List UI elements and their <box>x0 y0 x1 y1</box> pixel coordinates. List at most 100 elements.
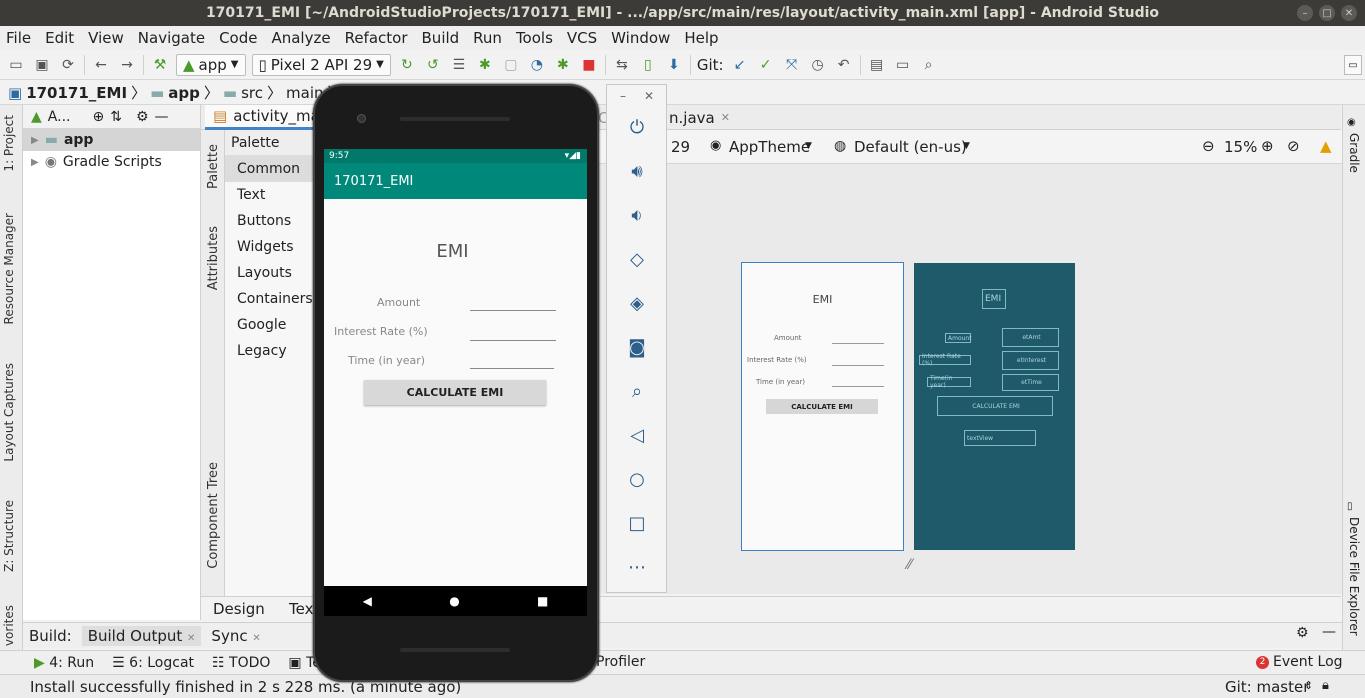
tab-structure[interactable]: Z: Structure <box>2 500 16 572</box>
tab-sync[interactable]: Sync ✕ <box>211 627 260 645</box>
zoom-in-icon[interactable]: ⊕ <box>1261 137 1274 155</box>
palette-item-buttons[interactable]: Buttons <box>225 208 315 234</box>
palette-item-containers[interactable]: Containers <box>225 286 315 312</box>
tab-project[interactable]: 1: Project <box>2 115 16 172</box>
menu-window[interactable]: Window <box>611 29 670 47</box>
menu-file[interactable]: File <box>6 29 31 47</box>
coverage-icon[interactable]: ☰ <box>449 55 469 75</box>
tab-favorites[interactable]: vorites <box>2 605 16 646</box>
tab-build-output[interactable]: Build Output ✕ <box>81 625 202 646</box>
terminal-icon[interactable]: ▭ <box>893 55 913 75</box>
theme-select[interactable]: AppTheme <box>729 138 810 156</box>
sync-icon[interactable]: ⟳ <box>58 55 78 75</box>
warning-icon[interactable]: ▲ <box>1320 137 1332 155</box>
breadcrumb-src[interactable]: src <box>241 84 263 102</box>
git-push-icon[interactable]: ⤧ <box>782 55 802 75</box>
menu-view[interactable]: View <box>88 29 124 47</box>
menu-build[interactable]: Build <box>422 29 460 47</box>
tab-attributes[interactable]: Attributes <box>206 226 221 290</box>
close-icon[interactable]: ✕ <box>721 111 730 124</box>
locale-select[interactable]: Default (en-us) <box>854 138 967 156</box>
tab-device-file-explorer[interactable]: Device File Explorer <box>1347 517 1361 636</box>
history-icon[interactable]: ◷ <box>808 55 828 75</box>
open-folder-icon[interactable]: ▭ <box>6 55 26 75</box>
crosshair-icon[interactable]: ⊕ <box>92 109 104 125</box>
palette-item-widgets[interactable]: Widgets <box>225 234 315 260</box>
interest-input[interactable] <box>470 340 556 341</box>
emulator-screen[interactable]: EMI Amount Interest Rate (%) Time (in ye… <box>324 149 587 586</box>
forward-icon[interactable]: → <box>117 55 137 75</box>
project-structure-icon[interactable]: ▤ <box>867 55 887 75</box>
zoom-out-icon[interactable]: ⊖ <box>1202 137 1215 155</box>
breadcrumb-project[interactable]: 170171_EMI <box>26 84 127 102</box>
rollback-icon[interactable]: ↶ <box>834 55 854 75</box>
menu-analyze[interactable]: Analyze <box>271 29 330 47</box>
menu-vcs[interactable]: VCS <box>567 29 597 47</box>
time-input[interactable] <box>470 368 554 369</box>
git-commit-icon[interactable]: ✓ <box>756 55 776 75</box>
attach-debugger-icon[interactable]: ▢ <box>501 55 521 75</box>
close-icon[interactable]: ✕ <box>252 633 260 644</box>
volume-down-icon[interactable]: 🔉︎ <box>623 201 651 229</box>
tab-layout-captures[interactable]: Layout Captures <box>2 363 16 462</box>
apply-code-changes-icon[interactable]: ↺ <box>423 55 443 75</box>
overview-square-icon[interactable]: □ <box>623 509 651 537</box>
power-icon[interactable]: ⏻ <box>623 113 651 141</box>
gear-icon[interactable]: ⚙ <box>136 109 149 125</box>
menu-refactor[interactable]: Refactor <box>345 29 408 47</box>
close-icon[interactable]: ✕ <box>1341 5 1357 21</box>
calculate-emi-button[interactable]: CALCULATE EMI <box>364 380 546 405</box>
palette-item-legacy[interactable]: Legacy <box>225 338 315 364</box>
avd-manager-icon[interactable]: ▯ <box>638 55 658 75</box>
save-icon[interactable]: ▣ <box>32 55 52 75</box>
rotate-right-icon[interactable]: ◈ <box>623 289 651 317</box>
blueprint-preview[interactable]: EMI Amount Interest Rate (%) Time(in yea… <box>914 263 1075 550</box>
palette-item-layouts[interactable]: Layouts <box>225 260 315 286</box>
stop-icon[interactable]: ■ <box>579 55 599 75</box>
collapse-icon[interactable]: ⇅ <box>110 109 122 125</box>
close-icon[interactable]: ✕ <box>644 89 654 103</box>
device-select[interactable]: ▯ Pixel 2 API 29 ▼ <box>251 53 391 76</box>
back-icon[interactable]: ← <box>91 55 111 75</box>
run-config-select[interactable]: ▲ app ▼ <box>176 53 246 76</box>
zoom-icon[interactable]: ⌕ <box>623 377 651 405</box>
home-icon[interactable]: ● <box>449 594 459 608</box>
close-icon[interactable]: ✕ <box>187 633 195 644</box>
recents-icon[interactable]: ■ <box>537 594 548 608</box>
palette-item-google[interactable]: Google <box>225 312 315 338</box>
resize-handle-icon[interactable]: ⁄⁄ <box>907 557 912 573</box>
profile-icon[interactable]: ◔ <box>527 55 547 75</box>
breadcrumb-module[interactable]: app <box>168 84 200 102</box>
tab-java[interactable]: n.java ✕ <box>661 105 738 130</box>
debug-icon[interactable]: ✱ <box>475 55 495 75</box>
menu-run[interactable]: Run <box>473 29 502 47</box>
rotate-left-icon[interactable]: ◇ <box>623 245 651 273</box>
tab-text[interactable]: Tex <box>289 600 313 618</box>
tab-palette[interactable]: Palette <box>206 144 221 189</box>
hide-icon[interactable]: — <box>155 109 169 125</box>
tab-resource-manager[interactable]: Resource Manager <box>2 213 16 324</box>
tab-component-tree[interactable]: Component Tree <box>206 462 221 569</box>
project-view-select[interactable]: A... <box>48 109 71 125</box>
home-circle-icon[interactable]: ○ <box>623 465 651 493</box>
tab-gradle[interactable]: Gradle <box>1347 133 1361 173</box>
design-preview[interactable]: EMI Amount Interest Rate (%) Time (in ye… <box>741 262 904 551</box>
tool-todo[interactable]: ☷ TODO <box>212 655 270 671</box>
minimize-icon[interactable]: – <box>1297 5 1313 21</box>
tab-design[interactable]: Design <box>213 600 265 618</box>
menu-tools[interactable]: Tools <box>516 29 553 47</box>
gear-icon[interactable]: ⚙ <box>1296 625 1309 641</box>
search-icon[interactable]: ⌕ <box>919 55 939 75</box>
tool-event-log[interactable]: 2 Event Log <box>1256 654 1343 670</box>
zoom-fit-icon[interactable]: ⊘ <box>1287 137 1300 155</box>
git-branch[interactable]: Git: master <box>1225 678 1309 696</box>
back-triangle-icon[interactable]: ◁ <box>623 421 651 449</box>
menu-navigate[interactable]: Navigate <box>138 29 205 47</box>
minimize-icon[interactable]: – <box>620 89 626 103</box>
git-update-icon[interactable]: ↙ <box>730 55 750 75</box>
amount-input[interactable] <box>470 310 556 311</box>
menu-help[interactable]: Help <box>684 29 718 47</box>
api-level-select[interactable]: 29 <box>671 138 690 156</box>
gradle-sync-icon[interactable]: ⇆ <box>612 55 632 75</box>
build-hammer-icon[interactable]: ⚒ <box>150 55 170 75</box>
